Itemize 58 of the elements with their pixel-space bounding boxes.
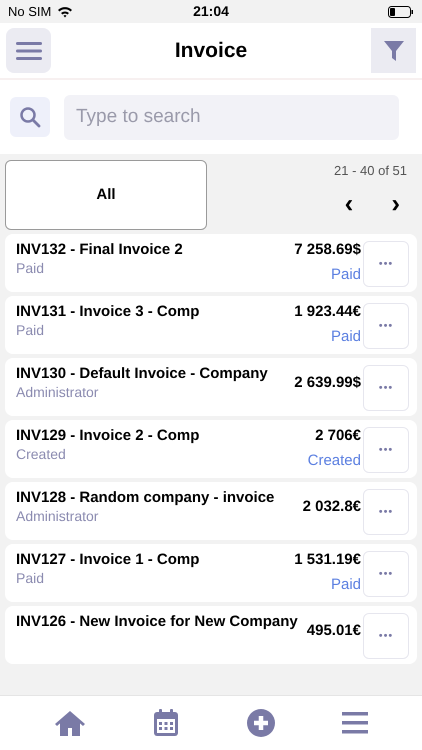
- invoice-amount: 7 258.69$: [294, 240, 361, 259]
- more-button[interactable]: •••: [363, 489, 409, 535]
- menu-icon: [16, 40, 42, 60]
- filter-tab[interactable]: All: [5, 160, 207, 230]
- wifi-icon: [57, 6, 74, 18]
- more-button[interactable]: •••: [363, 303, 409, 349]
- menu-icon[interactable]: [342, 711, 368, 735]
- invoice-card[interactable]: INV132 - Final Invoice 2 Paid 7 258.69$ Paid •••: [5, 234, 417, 292]
- next-page-button[interactable]: ›: [386, 190, 405, 216]
- invoice-subtitle: Paid: [16, 321, 46, 339]
- filter-icon: [382, 38, 404, 62]
- more-button[interactable]: •••: [363, 551, 409, 597]
- battery-icon: [388, 6, 414, 18]
- page-title: Invoice: [174, 38, 248, 64]
- invoice-amount: 2 706€: [315, 426, 361, 445]
- invoice-title: INV126 - New Invoice for New Company: [16, 612, 299, 631]
- invoice-subtitle: Administrator: [16, 383, 100, 401]
- invoice-title: INV132 - Final Invoice 2: [16, 240, 184, 259]
- filter-button[interactable]: [371, 28, 416, 73]
- clock: 21:04: [193, 2, 229, 21]
- page-range: 21 - 40 of 51: [334, 162, 407, 180]
- invoice-title: INV129 - Invoice 2 - Comp: [16, 426, 200, 445]
- invoice-amount: 495.01€: [306, 621, 361, 640]
- add-icon[interactable]: [246, 709, 275, 737]
- invoice-title: INV130 - Default Invoice - Company: [16, 364, 269, 383]
- invoice-amount: 2 032.8€: [302, 497, 361, 516]
- menu-button[interactable]: [6, 28, 51, 73]
- invoice-status: Paid: [330, 327, 361, 346]
- invoice-card[interactable]: INV129 - Invoice 2 - Comp Created 2 706€ Created •••: [5, 420, 417, 478]
- search-field[interactable]: Type to search: [64, 94, 399, 140]
- invoice-card[interactable]: INV127 - Invoice 1 - Comp Paid 1 531.19€ Paid •••: [5, 544, 417, 602]
- invoice-card[interactable]: INV128 - Random company - invoice Administrator 2 032.8€ •••: [5, 482, 417, 540]
- invoice-subtitle: Paid: [16, 259, 46, 277]
- home-icon[interactable]: [54, 709, 86, 737]
- invoice-card[interactable]: INV126 - New Invoice for New Company 495.01€ •••: [5, 606, 417, 664]
- invoice-title: INV131 - Invoice 3 - Comp: [16, 302, 200, 321]
- invoice-title: INV127 - Invoice 1 - Comp: [16, 550, 200, 569]
- invoice-card[interactable]: INV131 - Invoice 3 - Comp Paid 1 923.44€ Paid •••: [5, 296, 417, 354]
- invoice-status: Paid: [330, 575, 361, 594]
- carrier-label: No SIM: [8, 2, 52, 21]
- invoice-subtitle: Created: [16, 445, 67, 463]
- previous-page-button[interactable]: ‹: [340, 190, 358, 216]
- search-icon: [19, 106, 41, 128]
- invoice-status: Paid: [330, 265, 361, 284]
- invoice-amount: 1 531.19€: [294, 550, 361, 569]
- invoice-amount: 2 639.99$: [294, 373, 361, 392]
- more-button[interactable]: •••: [363, 613, 409, 659]
- invoice-title: INV128 - Random company - invoice: [16, 488, 276, 507]
- invoice-amount: 1 923.44€: [294, 302, 361, 321]
- search-button[interactable]: [10, 97, 50, 137]
- invoice-subtitle: Paid: [16, 569, 46, 587]
- invoice-card[interactable]: INV130 - Default Invoice - Company Administrator 2 639.99$ •••: [5, 358, 417, 416]
- more-button[interactable]: •••: [363, 427, 409, 473]
- invoice-status: Created: [308, 451, 361, 470]
- calendar-icon[interactable]: [153, 709, 180, 737]
- more-button[interactable]: •••: [363, 241, 409, 287]
- invoice-subtitle: Administrator: [16, 507, 100, 525]
- more-button[interactable]: •••: [363, 365, 409, 411]
